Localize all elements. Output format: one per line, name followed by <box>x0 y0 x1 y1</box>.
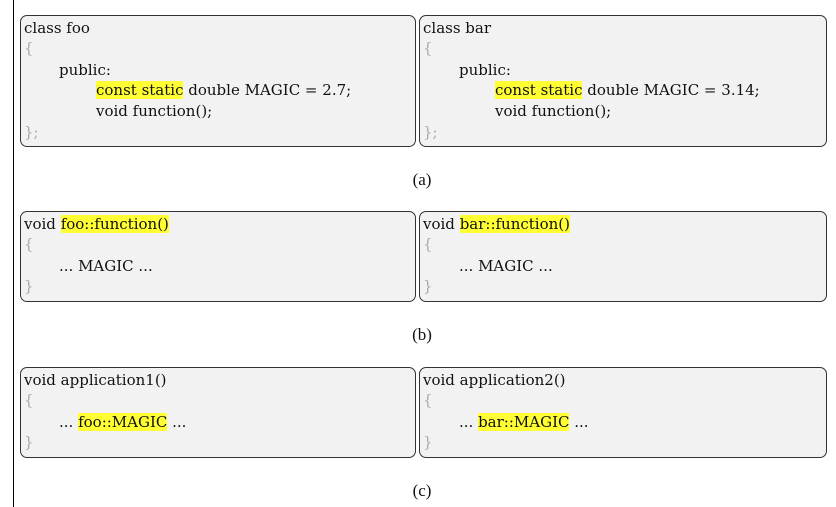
access-specifier: public: <box>59 61 111 79</box>
magic-declaration: const static double MAGIC = 3.14; <box>495 80 760 100</box>
left-page-rule <box>13 0 14 507</box>
close-brace: } <box>24 433 34 451</box>
code-box-foo-function: void foo::function() { ... MAGIC ... } <box>20 211 416 302</box>
code-box-class-foo: class foo { public: const static double … <box>20 15 416 147</box>
class-declaration: class bar <box>423 19 492 37</box>
return-type: void <box>423 215 460 233</box>
function-signature: void application2() <box>423 371 566 389</box>
close-brace: }; <box>423 123 438 141</box>
open-brace: { <box>24 235 34 253</box>
return-type: void <box>24 215 61 233</box>
code-box-application2: void application2() { ... bar::MAGIC ...… <box>419 367 827 458</box>
open-brace: { <box>423 235 433 253</box>
method-declaration: void function(); <box>495 102 612 120</box>
code-box-class-bar: class bar { public: const static double … <box>419 15 827 147</box>
magic-reference-highlight: bar::MAGIC <box>478 413 570 431</box>
method-declaration: void function(); <box>96 102 213 120</box>
function-body: ... MAGIC ... <box>459 257 553 275</box>
magic-declaration: const static double MAGIC = 2.7; <box>96 80 351 100</box>
caption-a: (a) <box>412 170 432 189</box>
close-brace: }; <box>24 123 39 141</box>
open-brace: { <box>24 391 34 409</box>
body-suffix: ... <box>167 413 187 431</box>
code-box-bar-function: void bar::function() { ... MAGIC ... } <box>419 211 827 302</box>
body-prefix: ... <box>459 413 479 431</box>
caption-c: (c) <box>412 481 432 500</box>
const-static-highlight: const static <box>96 81 184 99</box>
open-brace: { <box>24 39 34 57</box>
function-body: ... bar::MAGIC ... <box>459 412 589 432</box>
magic-reference-highlight: foo::MAGIC <box>78 413 168 431</box>
magic-declaration-rest: double MAGIC = 3.14; <box>582 81 760 99</box>
close-brace: } <box>423 277 433 295</box>
code-box-application1: void application1() { ... foo::MAGIC ...… <box>20 367 416 458</box>
open-brace: { <box>423 391 433 409</box>
function-signature: void bar::function() <box>423 214 571 234</box>
body-prefix: ... <box>59 413 79 431</box>
close-brace: } <box>24 277 34 295</box>
function-signature: void application1() <box>24 371 167 389</box>
body-suffix: ... <box>569 413 589 431</box>
class-declaration: class foo <box>24 19 90 37</box>
signature-highlight: foo::function() <box>60 215 169 233</box>
caption-b: (b) <box>412 325 432 344</box>
function-signature: void foo::function() <box>24 214 169 234</box>
function-body: ... MAGIC ... <box>59 257 153 275</box>
open-brace: { <box>423 39 433 57</box>
access-specifier: public: <box>459 61 511 79</box>
function-body: ... foo::MAGIC ... <box>59 412 186 432</box>
const-static-highlight: const static <box>495 81 583 99</box>
signature-highlight: bar::function() <box>459 215 571 233</box>
magic-declaration-rest: double MAGIC = 2.7; <box>183 81 352 99</box>
close-brace: } <box>423 433 433 451</box>
